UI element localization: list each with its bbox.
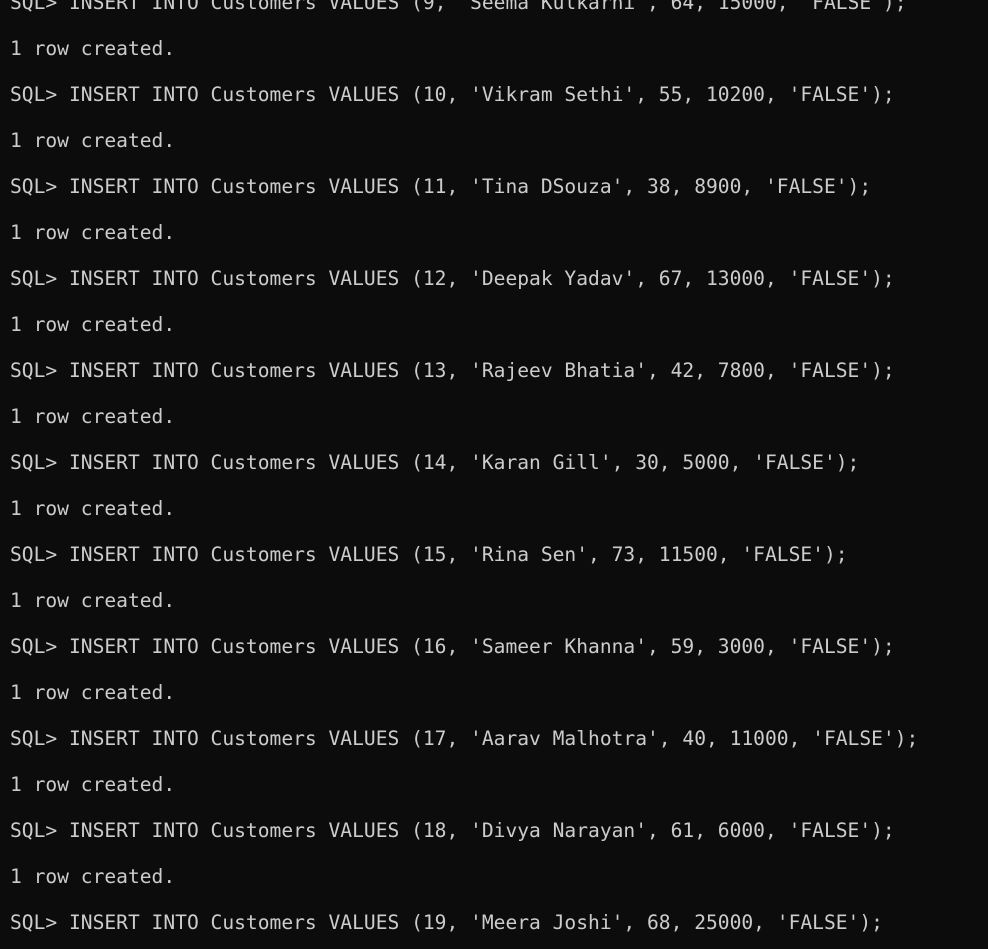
sql-command-line: SQL> INSERT INTO Customers VALUES (17, '… [10,727,919,750]
output-line: 1 row created. [10,497,176,520]
output-line: 1 row created. [10,129,176,152]
sql-command-line: SQL> INSERT INTO Customers VALUES (10, '… [10,83,895,106]
output-line: 1 row created. [10,681,176,704]
sql-command-line: SQL> INSERT INTO Customers VALUES (9, 'S… [10,0,907,14]
output-line: 1 row created. [10,589,176,612]
sql-command-line: SQL> INSERT INTO Customers VALUES (11, '… [10,175,872,198]
output-line: 1 row created. [10,37,176,60]
sql-command-line: SQL> INSERT INTO Customers VALUES (16, '… [10,635,895,658]
output-line: 1 row created. [10,865,176,888]
sql-command-line: SQL> INSERT INTO Customers VALUES (15, '… [10,543,848,566]
sql-command-line: SQL> INSERT INTO Customers VALUES (12, '… [10,267,895,290]
sql-command-line: SQL> INSERT INTO Customers VALUES (13, '… [10,359,895,382]
output-line: 1 row created. [10,405,176,428]
sql-command-line: SQL> INSERT INTO Customers VALUES (18, '… [10,819,895,842]
output-line: 1 row created. [10,221,176,244]
sql-command-line: SQL> INSERT INTO Customers VALUES (14, '… [10,451,860,474]
output-line: 1 row created. [10,773,176,796]
output-line: 1 row created. [10,313,176,336]
terminal-output[interactable]: SQL> INSERT INTO Customers VALUES (9, 'S… [0,0,988,949]
sql-command-line: SQL> INSERT INTO Customers VALUES (19, '… [10,911,883,934]
